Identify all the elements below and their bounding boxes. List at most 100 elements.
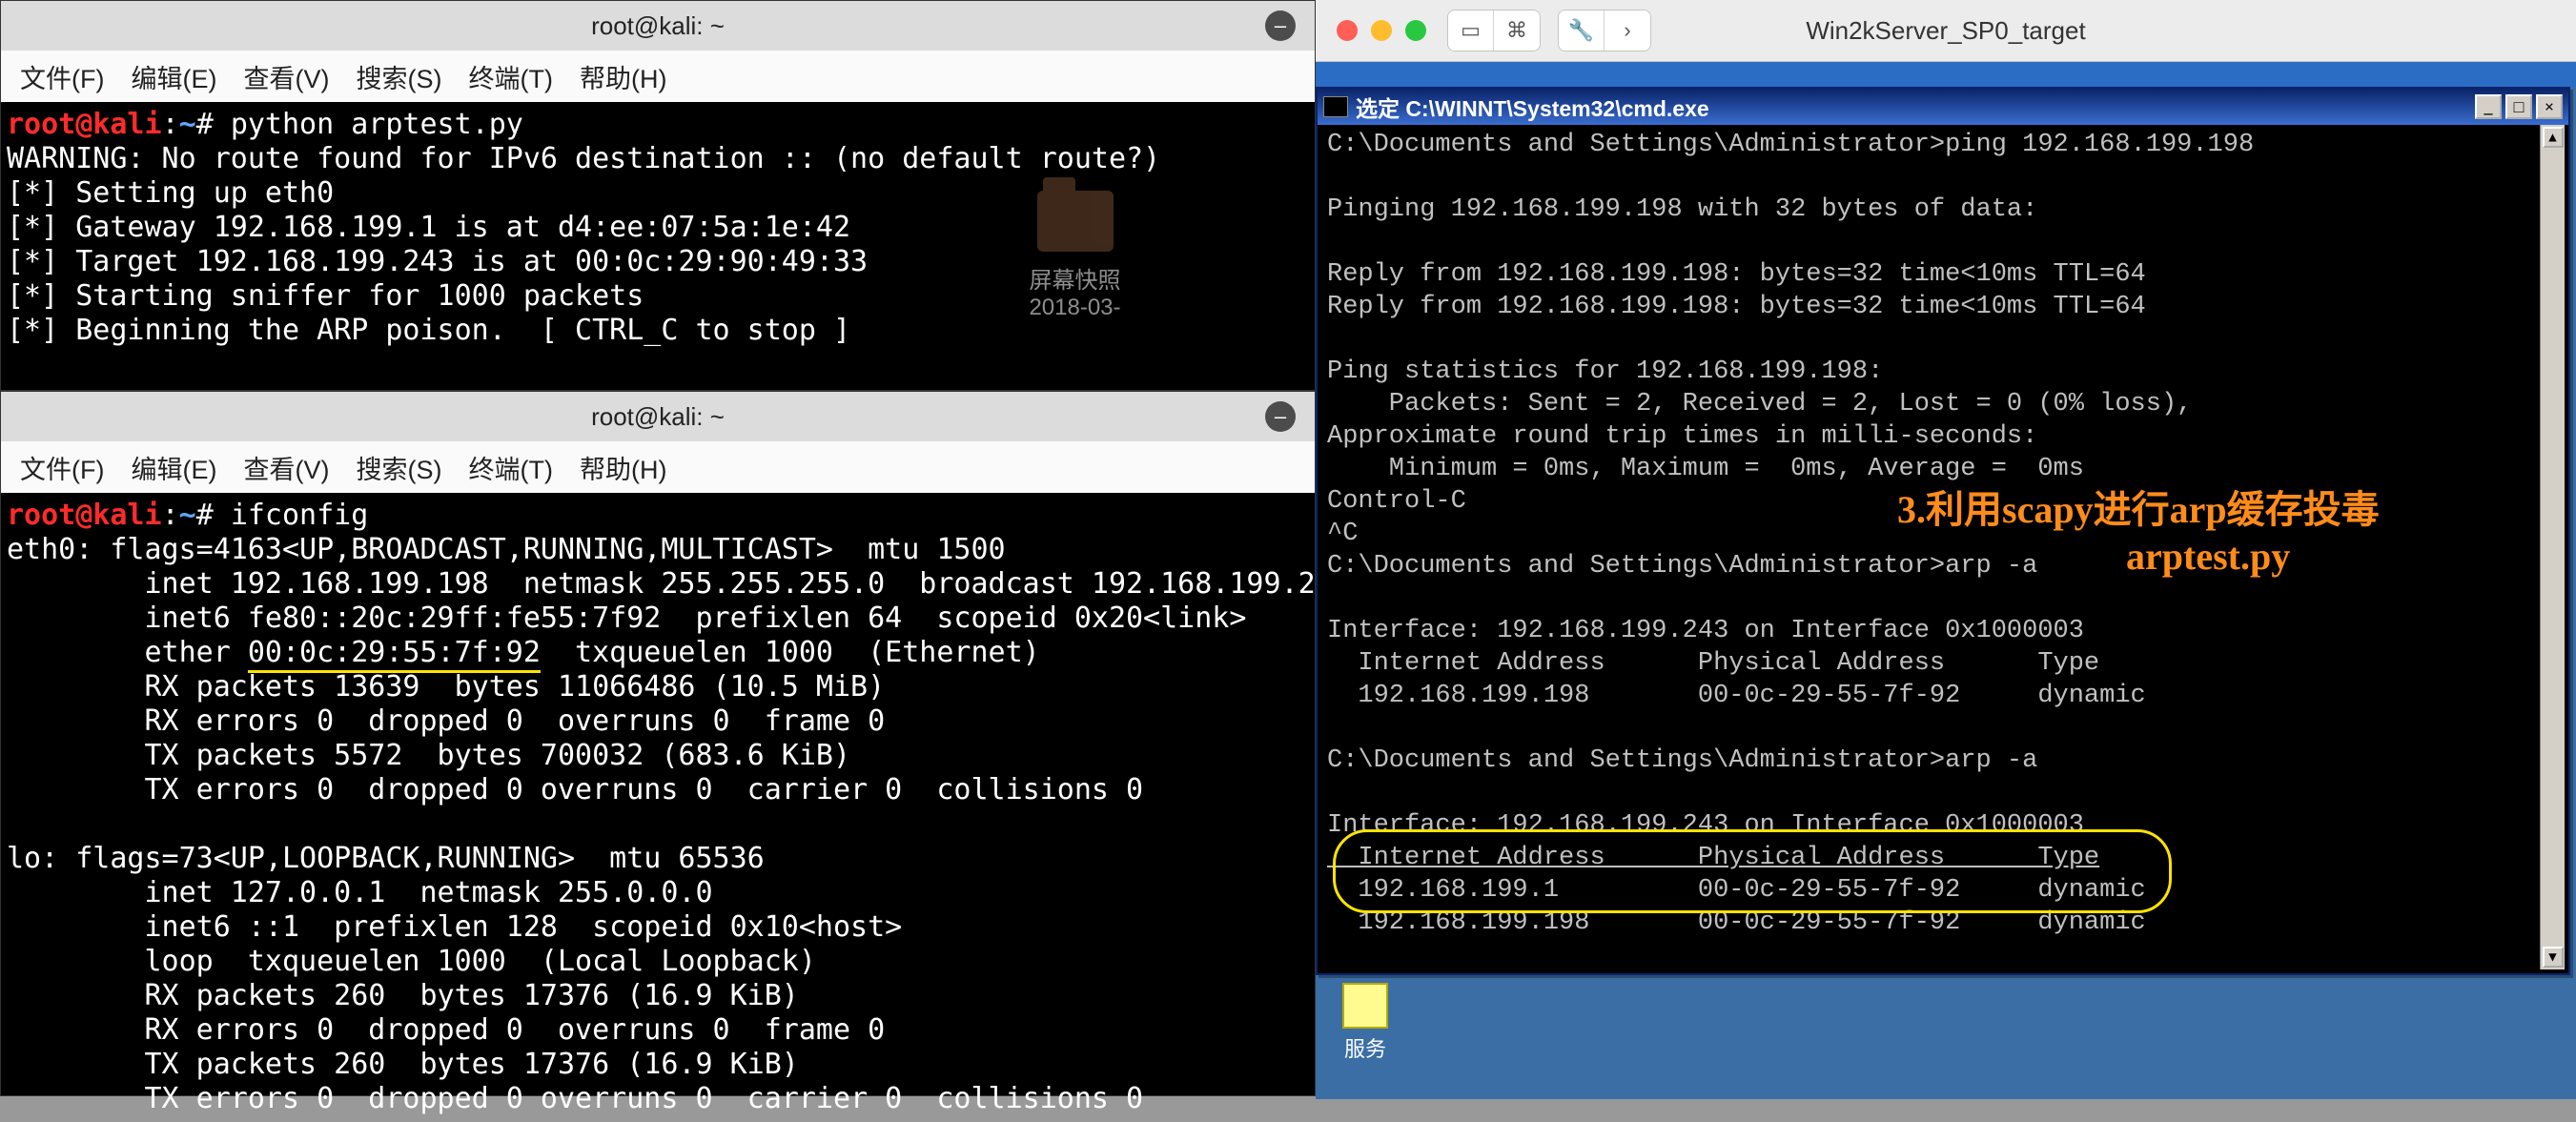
kali1-out-1: [*] Setting up eth0 xyxy=(7,176,334,210)
cmd-l12: ^C xyxy=(1327,520,1358,548)
minimize-icon[interactable]: – xyxy=(1265,401,1296,432)
cmd-arp-header: Internet Address Physical Address Type xyxy=(1327,844,2099,872)
cmd-l11: Control-C xyxy=(1327,487,1466,516)
kali1-title: root@kali: ~ xyxy=(591,11,725,41)
cmd-l17: 192.168.199.198 00-0c-29-55-7f-92 dynami… xyxy=(1327,682,2146,710)
prompt-user: root@kali xyxy=(7,108,162,141)
wrench-icon[interactable]: 🔧 xyxy=(1559,10,1605,51)
kali1-out-4: [*] Starting sniffer for 1000 packets xyxy=(7,279,644,313)
cmd-l15: Interface: 192.168.199.243 on Interface … xyxy=(1327,617,2084,645)
lo-l4: RX errors 0 dropped 0 overruns 0 frame 0 xyxy=(7,1013,885,1047)
menu-search[interactable]: 搜索(S) xyxy=(356,58,441,95)
ether-suffix: txqueuelen 1000 (Ethernet) xyxy=(541,636,1040,669)
cmd-title-text: 选定 C:\WINNT\System32\cmd.exe xyxy=(1356,91,2471,123)
kali-terminal-2: root@kali: ~ – 文件(F) 编辑(E) 查看(V) 搜索(S) 终… xyxy=(0,391,1316,1096)
cmd-l7: Ping statistics for 192.168.199.198: xyxy=(1327,357,1883,386)
menu-file[interactable]: 文件(F) xyxy=(20,58,104,95)
menu-term[interactable]: 终端(T) xyxy=(468,449,552,486)
kali2-title: root@kali: ~ xyxy=(591,402,725,432)
lo-l0: inet 127.0.0.1 netmask 255.0.0.0 xyxy=(7,876,713,909)
kali2-terminal-body[interactable]: root@kali:~# ifconfig eth0: flags=4163<U… xyxy=(1,493,1315,1122)
ether-mac-highlight: 00:0c:29:55:7f:92 xyxy=(248,636,541,673)
prompt-path: ~ xyxy=(179,499,196,532)
kali1-command: python arptest.py xyxy=(231,108,523,141)
cmd-window: 选定 C:\WINNT\System32\cmd.exe _ □ × ▲ ▼ C… xyxy=(1316,87,2570,975)
vm-window: ▭ ⌘ 🔧 › Win2kServer_SP0_target 服务 选定 C:\… xyxy=(1316,0,2576,1099)
minimize-icon[interactable] xyxy=(1371,20,1392,41)
kali-terminal-1: root@kali: ~ – 文件(F) 编辑(E) 查看(V) 搜索(S) 终… xyxy=(0,0,1316,391)
cmd-l2: Pinging 192.168.199.198 with 32 bytes of… xyxy=(1327,195,2037,224)
lo-head: lo: flags=73<UP,LOOPBACK,RUNNING> mtu 65… xyxy=(7,842,765,875)
toolbar-group-2: 🔧 › xyxy=(1558,10,1651,51)
close-icon[interactable] xyxy=(1337,20,1358,41)
menu-view[interactable]: 查看(V) xyxy=(243,58,329,95)
eth0-s0: RX packets 13639 bytes 11066486 (10.5 Mi… xyxy=(7,670,885,704)
command-icon[interactable]: ⌘ xyxy=(1494,10,1540,51)
cmd-icon xyxy=(1323,96,1348,117)
win2k-desktop-icon-services[interactable]: 服务 xyxy=(1342,983,1388,1063)
menu-view[interactable]: 查看(V) xyxy=(243,449,329,486)
menu-edit[interactable]: 编辑(E) xyxy=(131,449,216,486)
prompt-user: root@kali xyxy=(7,499,162,532)
minimize-icon[interactable]: – xyxy=(1265,10,1296,41)
lo-l5: TX packets 260 bytes 17376 (16.9 KiB) xyxy=(7,1048,799,1081)
eth0-l1: inet6 fe80::20c:29ff:fe55:7f92 prefixlen… xyxy=(7,602,1246,635)
kali2-menubar: 文件(F) 编辑(E) 查看(V) 搜索(S) 终端(T) 帮助(H) xyxy=(1,441,1315,493)
kali2-command: ifconfig xyxy=(231,499,369,532)
maximize-button[interactable]: □ xyxy=(2505,94,2532,119)
eth0-s1: RX errors 0 dropped 0 overruns 0 frame 0 xyxy=(7,704,885,738)
toolbar-group-1: ▭ ⌘ xyxy=(1447,10,1541,51)
eth0-head: eth0: flags=4163<UP,BROADCAST,RUNNING,MU… xyxy=(7,533,1006,566)
win2k-desktop: 服务 选定 C:\WINNT\System32\cmd.exe _ □ × ▲ … xyxy=(1316,62,2576,1099)
layout-icon[interactable]: ▭ xyxy=(1448,10,1494,51)
win2k-top-strip xyxy=(1316,62,2576,87)
menu-help[interactable]: 帮助(H) xyxy=(580,58,666,95)
kali1-out-5: [*] Beginning the ARP poison. [ CTRL_C t… xyxy=(7,314,850,347)
menu-file[interactable]: 文件(F) xyxy=(20,449,104,486)
ether-prefix: ether xyxy=(7,636,248,669)
menu-search[interactable]: 搜索(S) xyxy=(356,449,441,486)
cmd-l16: Internet Address Physical Address Type xyxy=(1327,649,2099,678)
services-icon-label: 服务 xyxy=(1342,1032,1388,1063)
cmd-l10: Minimum = 0ms, Maximum = 0ms, Average = … xyxy=(1327,455,2084,483)
kali1-menubar: 文件(F) 编辑(E) 查看(V) 搜索(S) 终端(T) 帮助(H) xyxy=(1,51,1315,102)
kali1-out-0: WARNING: No route found for IPv6 destina… xyxy=(7,142,1160,175)
cmd-l5: Reply from 192.168.199.198: bytes=32 tim… xyxy=(1327,293,2146,321)
lo-l1: inet6 ::1 prefixlen 128 scopeid 0x10<hos… xyxy=(7,910,902,944)
cmd-l8: Packets: Sent = 2, Received = 2, Lost = … xyxy=(1327,390,2192,418)
lo-l3: RX packets 260 bytes 17376 (16.9 KiB) xyxy=(7,979,799,1012)
cmd-l9: Approximate round trip times in milli-se… xyxy=(1327,422,2037,451)
menu-help[interactable]: 帮助(H) xyxy=(580,449,666,486)
mac-vm-titlebar[interactable]: ▭ ⌘ 🔧 › Win2kServer_SP0_target xyxy=(1316,0,2576,62)
services-icon xyxy=(1342,983,1388,1029)
eth0-l0: inet 192.168.199.198 netmask 255.255.255… xyxy=(7,567,1315,601)
cmd-scrollbar[interactable]: ▲ ▼ xyxy=(2540,125,2565,969)
kali2-titlebar[interactable]: root@kali: ~ – xyxy=(1,392,1315,441)
kali1-terminal-body[interactable]: root@kali:~# python arptest.py WARNING: … xyxy=(1,102,1315,354)
cmd-l21: Interface: 192.168.199.243 on Interface … xyxy=(1327,811,2084,840)
prompt-path: ~ xyxy=(179,108,196,141)
cmd-l19: C:\Documents and Settings\Administrator>… xyxy=(1327,746,2037,775)
traffic-lights xyxy=(1316,20,1447,41)
cmd-l13: C:\Documents and Settings\Administrator>… xyxy=(1327,552,2037,581)
kali1-titlebar[interactable]: root@kali: ~ – xyxy=(1,1,1315,51)
cmd-arp2-row-0: 192.168.199.1 00-0c-29-55-7f-92 dynamic xyxy=(1327,876,2146,905)
lo-l2: loop txqueuelen 1000 (Local Loopback) xyxy=(7,945,816,978)
menu-term[interactable]: 终端(T) xyxy=(468,58,552,95)
kali1-out-2: [*] Gateway 192.168.199.1 is at d4:ee:07… xyxy=(7,211,850,244)
scroll-up-icon[interactable]: ▲ xyxy=(2543,127,2564,148)
kali1-out-3: [*] Target 192.168.199.243 is at 00:0c:2… xyxy=(7,245,868,278)
eth0-s2: TX packets 5572 bytes 700032 (683.6 KiB) xyxy=(7,739,850,772)
close-button[interactable]: × xyxy=(2536,94,2563,119)
cmd-arp2-row-1: 192.168.199.198 00-0c-29-55-7f-92 dynami… xyxy=(1327,908,2146,937)
chevron-right-icon[interactable]: › xyxy=(1605,10,1650,51)
vm-title-label: Win2kServer_SP0_target xyxy=(1806,16,2085,46)
cmd-body[interactable]: C:\Documents and Settings\Administrator>… xyxy=(1321,125,2540,969)
cmd-l0: C:\Documents and Settings\Administrator>… xyxy=(1327,131,2254,159)
scroll-down-icon[interactable]: ▼ xyxy=(2543,947,2564,968)
minimize-button[interactable]: _ xyxy=(2475,94,2502,119)
cmd-titlebar[interactable]: 选定 C:\WINNT\System32\cmd.exe _ □ × xyxy=(1318,89,2568,125)
cmd-l4: Reply from 192.168.199.198: bytes=32 tim… xyxy=(1327,260,2146,289)
zoom-icon[interactable] xyxy=(1405,20,1426,41)
menu-edit[interactable]: 编辑(E) xyxy=(131,58,216,95)
